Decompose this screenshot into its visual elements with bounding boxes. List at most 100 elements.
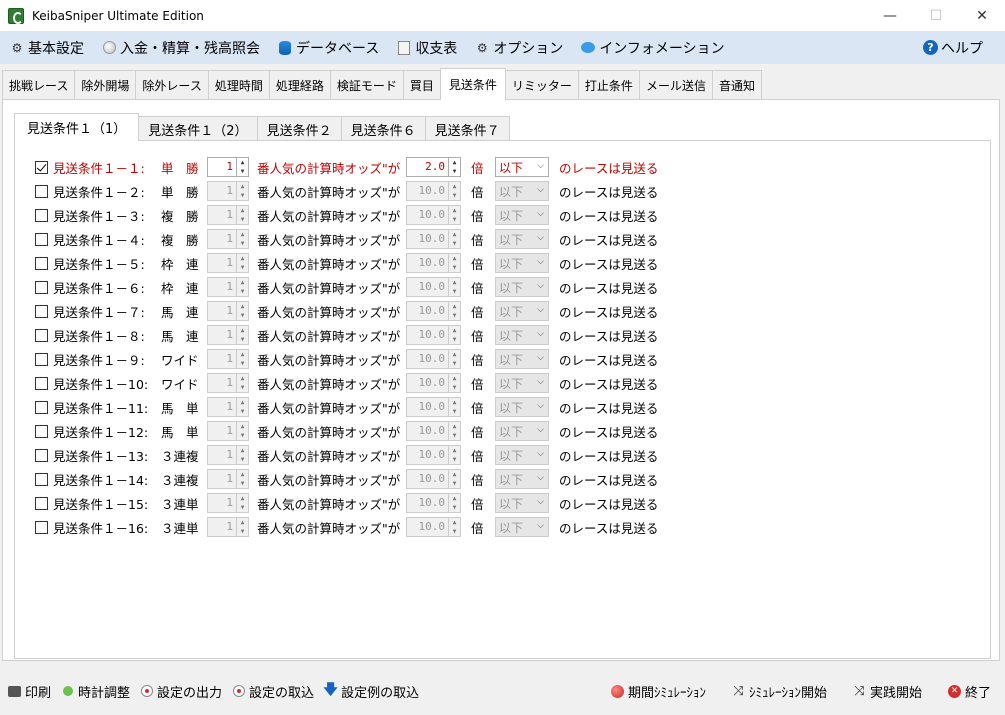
tab-sound[interactable]: 音通知 [711, 70, 762, 100]
close-button[interactable]: ✕ [959, 0, 1005, 31]
stepper-arrows[interactable]: ▲ ▼ [236, 230, 248, 248]
menu-item-help[interactable]: ? ヘルプ [923, 31, 983, 64]
compare-select[interactable]: 以下 ⌵ [495, 421, 549, 441]
stepper-arrows[interactable]: ▲ ▼ [448, 374, 460, 392]
stepper-arrows[interactable]: ▲ ▼ [448, 326, 460, 344]
condition-checkbox[interactable] [35, 448, 48, 462]
tab-mail[interactable]: メール送信 [638, 70, 713, 100]
condition-checkbox[interactable] [35, 520, 48, 534]
menu-item-basic-settings[interactable]: ⚙ 基本設定 [10, 31, 84, 64]
odds-stepper[interactable]: 10.0 ▲ ▼ [406, 469, 461, 489]
condition-checkbox[interactable] [35, 280, 48, 294]
stepper-arrows[interactable]: ▲ ▼ [236, 446, 248, 464]
odds-stepper[interactable]: 10.0 ▲ ▼ [406, 277, 461, 297]
rank-stepper[interactable]: 1 ▲ ▼ [207, 421, 249, 441]
tab-processing-route[interactable]: 処理経路 [268, 70, 331, 100]
stepper-arrows[interactable]: ▲ ▼ [448, 278, 460, 296]
odds-stepper[interactable]: 10.0 ▲ ▼ [406, 229, 461, 249]
rank-stepper[interactable]: 1 ▲ ▼ [207, 445, 249, 465]
rank-stepper[interactable]: 1 ▲ ▼ [207, 277, 249, 297]
menu-item-database[interactable]: データベース [278, 31, 379, 64]
period-simulation-button[interactable]: 期間ｼﾐｭﾚｰｼｮﾝ [610, 682, 706, 701]
rank-stepper[interactable]: 1 ▲ ▼ [207, 517, 249, 537]
stepper-arrows[interactable]: ▲ ▼ [236, 302, 248, 320]
condition-checkbox[interactable] [35, 184, 48, 198]
compare-select[interactable]: 以下 ⌵ [495, 253, 549, 273]
condition-checkbox[interactable] [35, 232, 48, 246]
odds-stepper[interactable]: 10.0 ▲ ▼ [406, 205, 461, 225]
condition-checkbox[interactable] [35, 256, 48, 270]
start-simulation-button[interactable]: ⤨ ｼﾐｭﾚｰｼｮﾝ開始 [732, 682, 827, 701]
import-settings-button[interactable]: 設定の取込 [232, 682, 314, 701]
rank-stepper[interactable]: 1 ▲ ▼ [207, 301, 249, 321]
subtab-skip-1-1[interactable]: 見送条件１（1） [14, 113, 140, 141]
tab-excluded-race[interactable]: 除外レース [135, 70, 209, 100]
menu-item-information[interactable]: インフォメーション [581, 31, 725, 64]
stepper-arrows[interactable]: ▲ ▼ [236, 398, 248, 416]
compare-select[interactable]: 以下 ⌵ [495, 397, 549, 417]
condition-checkbox[interactable] [35, 472, 48, 486]
tab-stop-conditions[interactable]: 打止条件 [577, 70, 640, 100]
tab-skip-conditions[interactable]: 見送条件 [439, 68, 506, 100]
rank-stepper[interactable]: 1 ▲ ▼ [207, 157, 249, 177]
stepper-arrows[interactable]: ▲ ▼ [236, 422, 248, 440]
stepper-arrows[interactable]: ▲ ▼ [236, 278, 248, 296]
odds-stepper[interactable]: 10.0 ▲ ▼ [406, 181, 461, 201]
odds-stepper[interactable]: 10.0 ▲ ▼ [406, 421, 461, 441]
stepper-arrows[interactable]: ▲ ▼ [448, 182, 460, 200]
condition-checkbox[interactable] [35, 424, 48, 438]
stepper-arrows[interactable]: ▲ ▼ [236, 326, 248, 344]
exit-button[interactable]: ✕ 終了 [947, 682, 991, 701]
tab-verify-mode[interactable]: 検証モード [329, 70, 404, 100]
stepper-arrows[interactable]: ▲ ▼ [448, 254, 460, 272]
condition-checkbox[interactable] [35, 376, 48, 390]
condition-checkbox[interactable] [35, 496, 48, 510]
compare-select[interactable]: 以下 ⌵ [495, 301, 549, 321]
compare-select[interactable]: 以下 ⌵ [495, 517, 549, 537]
condition-checkbox[interactable] [35, 400, 48, 414]
rank-stepper[interactable]: 1 ▲ ▼ [207, 493, 249, 513]
stepper-arrows[interactable]: ▲ ▼ [236, 254, 248, 272]
odds-stepper[interactable]: 10.0 ▲ ▼ [406, 397, 461, 417]
rank-stepper[interactable]: 1 ▲ ▼ [207, 181, 249, 201]
odds-stepper[interactable]: 2.0 ▲ ▼ [406, 157, 461, 177]
stepper-arrows[interactable]: ▲ ▼ [236, 494, 248, 512]
compare-select[interactable]: 以下 ⌵ [495, 373, 549, 393]
rank-stepper[interactable]: 1 ▲ ▼ [207, 349, 249, 369]
stepper-arrows[interactable]: ▲ ▼ [236, 350, 248, 368]
condition-checkbox[interactable] [35, 328, 48, 342]
rank-stepper[interactable]: 1 ▲ ▼ [207, 469, 249, 489]
export-settings-button[interactable]: 設定の出力 [140, 682, 222, 701]
compare-select[interactable]: 以下 ⌵ [495, 277, 549, 297]
odds-stepper[interactable]: 10.0 ▲ ▼ [406, 445, 461, 465]
stepper-arrows[interactable]: ▲ ▼ [448, 470, 460, 488]
odds-stepper[interactable]: 10.0 ▲ ▼ [406, 253, 461, 273]
odds-stepper[interactable]: 10.0 ▲ ▼ [406, 301, 461, 321]
stepper-arrows[interactable]: ▲ ▼ [236, 518, 248, 536]
compare-select[interactable]: 以下 ⌵ [495, 349, 549, 369]
rank-stepper[interactable]: 1 ▲ ▼ [207, 373, 249, 393]
odds-stepper[interactable]: 10.0 ▲ ▼ [406, 517, 461, 537]
rank-stepper[interactable]: 1 ▲ ▼ [207, 205, 249, 225]
stepper-arrows[interactable]: ▲ ▼ [236, 182, 248, 200]
tab-excluded-venue[interactable]: 除外開場 [74, 70, 137, 100]
start-live-button[interactable]: ⤨ 実践開始 [853, 682, 922, 701]
tab-bets[interactable]: 買目 [402, 70, 441, 100]
compare-select[interactable]: 以下 ⌵ [495, 493, 549, 513]
stepper-arrows[interactable]: ▲ ▼ [448, 446, 460, 464]
menu-item-deposit[interactable]: 入金・精算・残高照会 [102, 31, 260, 64]
rank-stepper[interactable]: 1 ▲ ▼ [207, 253, 249, 273]
odds-stepper[interactable]: 10.0 ▲ ▼ [406, 373, 461, 393]
stepper-arrows[interactable]: ▲ ▼ [448, 518, 460, 536]
stepper-arrows[interactable]: ▲ ▼ [448, 230, 460, 248]
tab-limiter[interactable]: リミッター [504, 70, 579, 100]
condition-checkbox[interactable] [35, 352, 48, 366]
subtab-skip-1-2[interactable]: 見送条件１（2） [138, 116, 258, 141]
compare-select[interactable]: 以下 ⌵ [495, 325, 549, 345]
rank-stepper[interactable]: 1 ▲ ▼ [207, 397, 249, 417]
maximize-button[interactable]: ☐ [913, 0, 959, 31]
odds-stepper[interactable]: 10.0 ▲ ▼ [406, 349, 461, 369]
compare-select[interactable]: 以下 ⌵ [495, 181, 549, 201]
stepper-arrows[interactable]: ▲ ▼ [448, 302, 460, 320]
compare-select[interactable]: 以下 ⌵ [495, 205, 549, 225]
